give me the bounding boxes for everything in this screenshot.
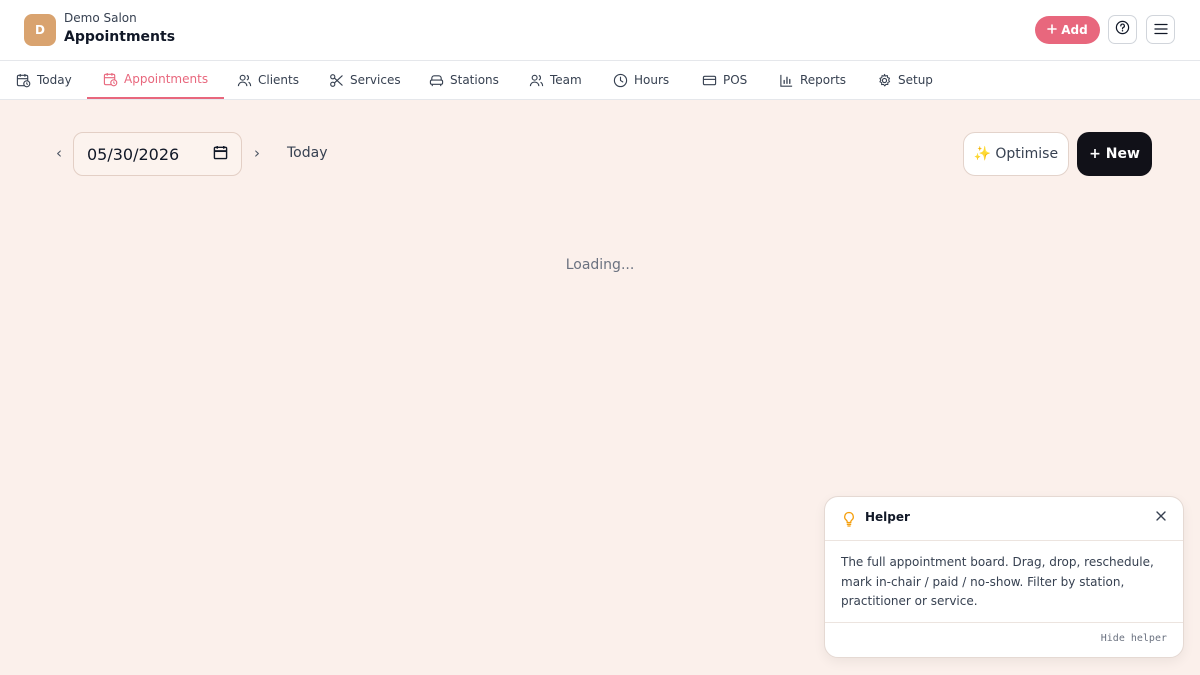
previous-day-button[interactable]: ‹ [52,144,66,162]
nav-label: Hours [634,73,670,87]
nav-item-clients[interactable]: Clients [221,61,315,99]
salon-avatar[interactable]: D [24,14,56,46]
nav-item-setup[interactable]: Setup [861,61,949,99]
nav-label: Reports [800,73,847,87]
menu-button[interactable] [1146,15,1175,44]
help-circle-icon [1115,20,1130,39]
calendar-clock-icon [16,73,31,87]
nav-label: Clients [258,73,299,87]
plus-icon [1047,23,1058,37]
hamburger-menu-icon [1153,20,1168,39]
new-appointment-button[interactable]: + New [1077,132,1152,176]
nav-item-appointments[interactable]: Appointments [87,61,225,99]
nav-item-reports[interactable]: Reports [763,61,862,99]
lightbulb-icon [842,511,856,527]
salon-name: Demo Salon [64,11,137,25]
calendar-icon[interactable] [213,145,228,164]
nav-label: Setup [898,73,933,87]
nav-label: Appointments [124,72,209,86]
helper-header: Helper [825,497,1183,541]
nav-label: POS [723,73,748,87]
page-title: Appointments [64,29,176,45]
gear-icon [879,73,891,86]
nav-item-stations[interactable]: Stations [413,61,515,99]
add-button[interactable]: Add [1035,16,1100,44]
scissors-icon [330,73,343,87]
users-icon [237,74,252,86]
main-nav: Today Appointments Clients Services Stat… [0,61,1200,100]
nav-label: Stations [450,73,499,87]
hide-helper-button[interactable]: Hide helper [1101,633,1167,644]
date-picker-input[interactable]: 05/30/2026 [73,132,242,176]
clock-icon [613,73,628,87]
nav-label: Team [550,73,582,87]
nav-item-team[interactable]: Team [513,61,598,99]
nav-item-services[interactable]: Services [313,61,417,99]
helper-description: The full appointment board. Drag, drop, … [841,555,1154,608]
top-bar: D Demo Salon Appointments Add [0,0,1200,61]
helper-title: Helper [865,510,910,524]
date-value: 05/30/2026 [87,144,180,164]
nav-label: Today [37,73,72,87]
calendar-clock-icon [103,72,118,86]
bar-chart-icon [780,74,793,87]
next-day-button[interactable]: › [250,144,264,162]
nav-item-today[interactable]: Today [0,61,88,99]
credit-card-icon [702,75,717,85]
loading-indicator: Loading... [565,257,635,273]
optimise-button[interactable]: ✨ Optimise [963,132,1069,176]
helper-panel: Helper The full appointment board. Drag,… [824,496,1184,658]
users-icon [529,74,544,86]
nav-item-pos[interactable]: POS [686,61,763,99]
today-button[interactable]: Today [287,145,328,161]
nav-label: Services [350,73,401,87]
nav-item-hours[interactable]: Hours [597,61,685,99]
help-button[interactable] [1108,15,1137,44]
sparkles-icon: ✨ [973,146,992,162]
armchair-icon [429,74,444,86]
helper-footer: Hide helper [825,622,1183,658]
add-button-label: Add [1061,23,1088,37]
close-icon[interactable] [1153,508,1169,524]
optimise-label: Optimise [995,146,1059,162]
